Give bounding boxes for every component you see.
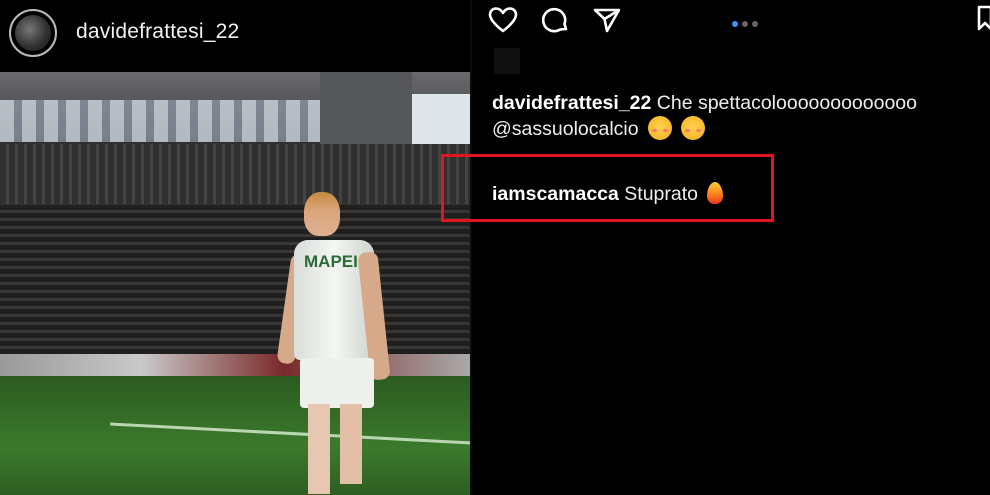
pitch bbox=[0, 376, 472, 495]
carousel-dot bbox=[752, 21, 758, 27]
caption-mention[interactable]: @sassuolocalcio bbox=[492, 118, 639, 140]
player-leg-right bbox=[340, 404, 362, 484]
bookmark-icon[interactable] bbox=[977, 5, 990, 31]
stadium-lights bbox=[0, 100, 330, 142]
post-panel: davidefrattesi_22 MAPEI bbox=[0, 0, 472, 495]
smiling-face-with-hearts-icon bbox=[681, 116, 706, 140]
player-head bbox=[304, 192, 340, 236]
ad-boards bbox=[0, 354, 472, 376]
post-header: davidefrattesi_22 bbox=[0, 0, 472, 66]
comment-icon[interactable] bbox=[540, 5, 570, 35]
upper-stands bbox=[0, 144, 472, 204]
comments-panel: davidefrattesi_22 Che spettacolooooooooo… bbox=[472, 0, 990, 495]
shirt-sponsor: MAPEI bbox=[304, 252, 358, 271]
post-photo[interactable]: MAPEI bbox=[0, 72, 472, 495]
carousel-dot bbox=[742, 21, 748, 27]
carousel-dot-active bbox=[732, 21, 738, 27]
avatar[interactable] bbox=[9, 9, 57, 57]
player-leg-left bbox=[308, 404, 330, 494]
caption: davidefrattesi_22 Che spettacolooooooooo… bbox=[492, 90, 982, 142]
caption-avatar[interactable] bbox=[494, 48, 520, 74]
caption-text: Che spettacolooooooooooooo bbox=[656, 92, 917, 114]
smiling-face-with-hearts-icon bbox=[648, 116, 673, 140]
action-bar bbox=[472, 0, 990, 40]
lower-stands bbox=[0, 204, 472, 354]
post-username[interactable]: davidefrattesi_22 bbox=[76, 20, 239, 44]
caption-username[interactable]: davidefrattesi_22 bbox=[492, 92, 651, 114]
player: MAPEI bbox=[276, 192, 392, 494]
avatar-image bbox=[15, 15, 51, 51]
player-shorts bbox=[300, 358, 374, 408]
highlight-box bbox=[441, 154, 774, 222]
share-icon[interactable] bbox=[592, 5, 622, 35]
heart-icon[interactable] bbox=[488, 5, 518, 35]
carousel-dots bbox=[732, 14, 762, 32]
